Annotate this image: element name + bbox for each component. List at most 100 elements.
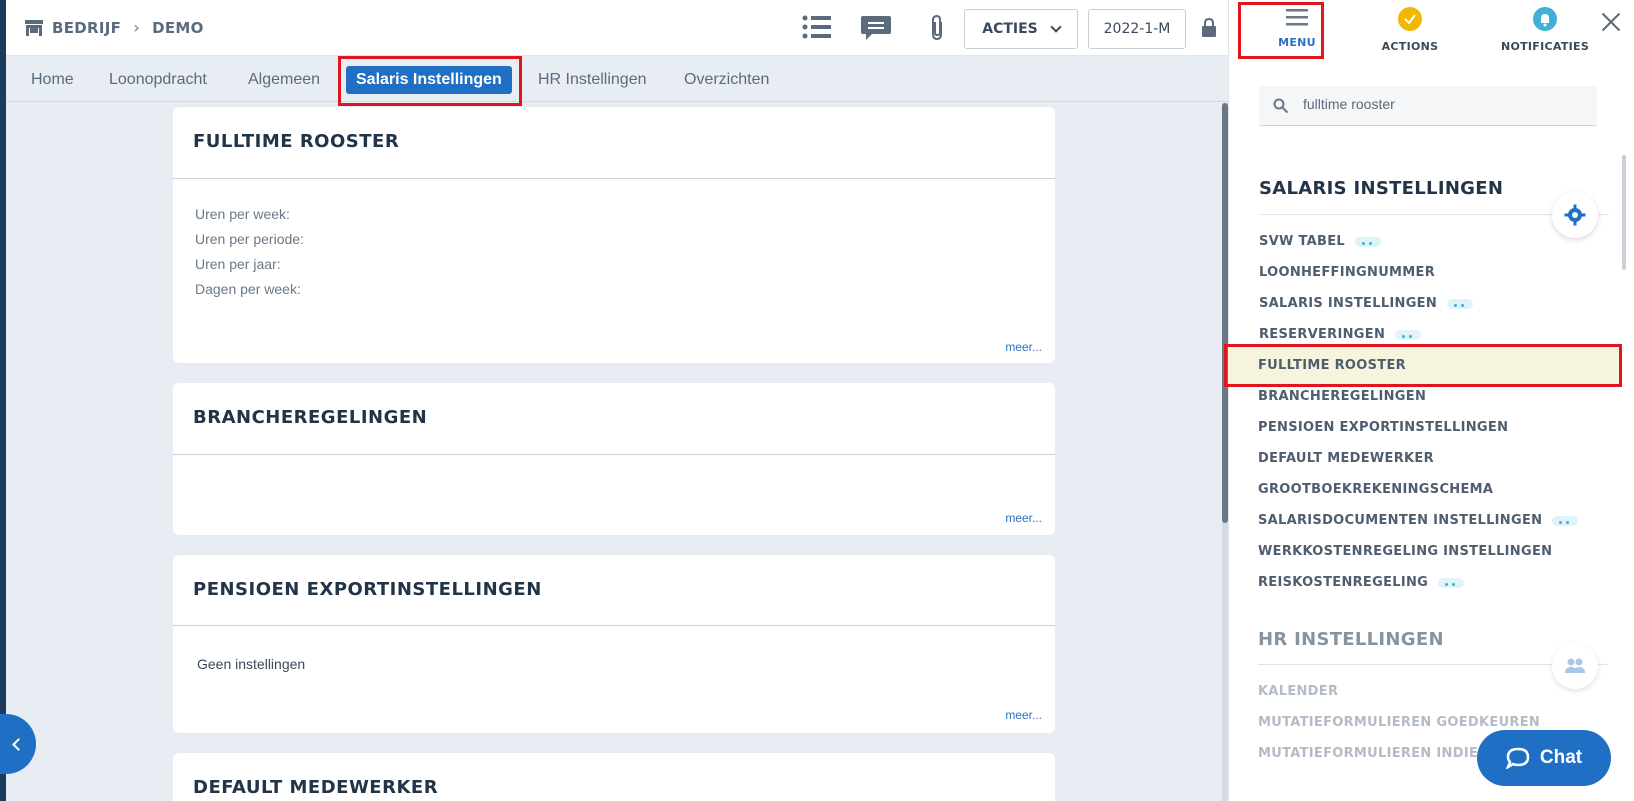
tab-salaris-instellingen[interactable]: Salaris Instellingen [346,66,512,94]
menu-item-salaris-instellingen[interactable]: SALARIS INSTELLINGEN [1259,296,1474,311]
card-brancheregelingen: BRANCHEREGELINGEN meer... [173,383,1055,535]
menu-item-werkkostenregeling-instellingen[interactable]: WERKKOSTENREGELING INSTELLINGEN [1258,544,1552,559]
meer-link[interactable]: meer... [1005,340,1042,354]
more-dots-icon[interactable] [1438,577,1465,588]
panel-scrollbar[interactable] [1622,155,1626,270]
menu-item-label: LOONHEFFINGNUMMER [1259,265,1436,280]
menu-item-label: MUTATIEFORMULIEREN INDIENEN [1258,746,1510,761]
menu-item-label: FULLTIME ROOSTER [1258,358,1406,373]
field-uren-per-jaar: Uren per jaar: [195,256,281,272]
more-dots-icon[interactable] [1354,236,1381,247]
menu-item-label: DEFAULT MEDEWERKER [1258,451,1434,466]
chevron-left-icon [12,738,25,751]
chevron-right-icon: › [133,18,141,37]
breadcrumb: BEDRIJF › DEMO [24,18,204,37]
chat-bubble-icon [1505,747,1530,769]
menu-item-svw-tabel[interactable]: SVW TABEL [1259,234,1381,249]
more-dots-icon[interactable] [1552,515,1579,526]
store-icon [24,19,44,37]
menu-item-fulltime-rooster[interactable]: FULLTIME ROOSTER [1258,358,1406,373]
breadcrumb-root[interactable]: BEDRIJF [52,19,121,37]
card-divider [173,625,1055,626]
check-badge-icon [1398,7,1422,31]
comment-icon[interactable] [860,14,892,46]
field-uren-per-periode: Uren per periode: [195,231,304,247]
people-icon [1565,658,1585,673]
tab-algemeen[interactable]: Algemeen [248,66,320,94]
card-title: FULLTIME ROOSTER [193,131,400,152]
menu-item-label: MUTATIEFORMULIEREN GOEDKEUREN [1258,715,1541,730]
meer-link[interactable]: meer... [1005,511,1042,525]
hr-category-badge [1552,643,1598,689]
menu-item-grootboekrekeningschema[interactable]: GROOTBOEKREKENINGSCHEMA [1258,482,1493,497]
gear-icon [1564,204,1586,226]
field-uren-per-week: Uren per week: [195,206,290,222]
close-icon[interactable] [1599,10,1623,34]
top-header: BEDRIJF › DEMO ACTIES 2022-1-M [6,0,1228,56]
search-input[interactable] [1303,96,1583,112]
panel-tab-notificaties[interactable]: NOTIFICATIES [1485,6,1605,53]
menu-item-label: BRANCHEREGELINGEN [1258,389,1427,404]
tab-overzichten[interactable]: Overzichten [684,66,769,94]
period-label: 2022-1-M [1103,21,1171,37]
panel-tab-menu[interactable]: MENU [1237,6,1357,49]
main-tabs: Home Loonopdracht Algemeen Salaris Inste… [6,56,1228,102]
search-icon [1273,98,1289,114]
geen-instellingen-text: Geen instellingen [197,656,306,672]
menu-item-label: REISKOSTENREGELING [1258,575,1429,590]
breadcrumb-current[interactable]: DEMO [152,19,204,37]
menu-search[interactable] [1259,86,1597,126]
bell-icon [1533,7,1557,31]
list-icon[interactable] [802,14,832,44]
menu-item-label: KALENDER [1258,684,1339,699]
hamburger-icon [1286,9,1308,26]
acties-dropdown[interactable]: ACTIES [964,9,1078,49]
field-dagen-per-week: Dagen per week: [195,281,301,297]
menu-item-reiskostenregeling[interactable]: REISKOSTENREGELING [1258,575,1465,590]
meer-link[interactable]: meer... [1005,708,1042,722]
settings-category-badge [1552,192,1598,238]
card-divider [173,178,1055,179]
panel-tab-actions[interactable]: ACTIONS [1350,6,1470,53]
menu-item-label: SALARIS INSTELLINGEN [1259,296,1438,311]
card-default-medewerker: DEFAULT MEDEWERKER [173,753,1055,801]
period-selector[interactable]: 2022-1-M [1088,9,1186,49]
menu-item-mutatieformulieren-goedkeuren[interactable]: MUTATIEFORMULIEREN GOEDKEUREN [1258,715,1540,730]
chat-button[interactable]: Chat [1477,730,1611,786]
menu-item-label: SALARISDOCUMENTEN INSTELLINGEN [1258,513,1543,528]
menu-item-kalender[interactable]: KALENDER [1258,684,1338,699]
chat-label: Chat [1539,747,1583,768]
menu-item-mutatieformulieren-indienen[interactable]: MUTATIEFORMULIEREN INDIENEN [1258,746,1510,761]
main-content: FULLTIME ROOSTER Uren per week: Uren per… [6,103,1222,801]
panel-tab-label: MENU [1278,36,1316,49]
tab-home[interactable]: Home [31,66,74,94]
card-title: PENSIOEN EXPORTINSTELLINGEN [193,579,542,600]
more-dots-icon[interactable] [1395,329,1422,340]
card-pensioen-exportinstellingen: PENSIOEN EXPORTINSTELLINGEN Geen instell… [173,555,1055,733]
section-title-salaris: SALARIS INSTELLINGEN [1259,178,1504,199]
more-dots-icon[interactable] [1447,298,1474,309]
menu-item-brancheregelingen[interactable]: BRANCHEREGELINGEN [1258,389,1426,404]
menu-item-label: WERKKOSTENREGELING INSTELLINGEN [1258,544,1553,559]
menu-item-reserveringen[interactable]: RESERVERINGEN [1259,327,1422,342]
panel-tab-label: ACTIONS [1381,40,1439,53]
tab-hr-instellingen[interactable]: HR Instellingen [538,66,647,94]
card-title: BRANCHEREGELINGEN [193,407,428,428]
card-fulltime-rooster: FULLTIME ROOSTER Uren per week: Uren per… [173,107,1055,363]
menu-item-default-medewerker[interactable]: DEFAULT MEDEWERKER [1258,451,1434,466]
tab-loonopdracht[interactable]: Loonopdracht [109,66,207,94]
acties-label: ACTIES [982,21,1038,37]
menu-item-salarisdocumenten-instellingen[interactable]: SALARISDOCUMENTEN INSTELLINGEN [1258,513,1579,528]
lock-icon[interactable] [1201,17,1217,42]
menu-item-label: PENSIOEN EXPORTINSTELLINGEN [1258,420,1509,435]
menu-item-label: GROOTBOEKREKENINGSCHEMA [1258,482,1494,497]
panel-tab-label: NOTIFICATIES [1500,40,1590,53]
card-divider [173,454,1055,455]
chevron-down-icon [1050,20,1062,33]
menu-item-label: SVW TABEL [1259,234,1345,249]
card-title: DEFAULT MEDEWERKER [193,777,439,798]
menu-item-label: RESERVERINGEN [1259,327,1386,342]
paperclip-icon[interactable] [926,14,948,46]
menu-item-pensioen-exportinstellingen[interactable]: PENSIOEN EXPORTINSTELLINGEN [1258,420,1508,435]
menu-item-loonheffingnummer[interactable]: LOONHEFFINGNUMMER [1259,265,1435,280]
